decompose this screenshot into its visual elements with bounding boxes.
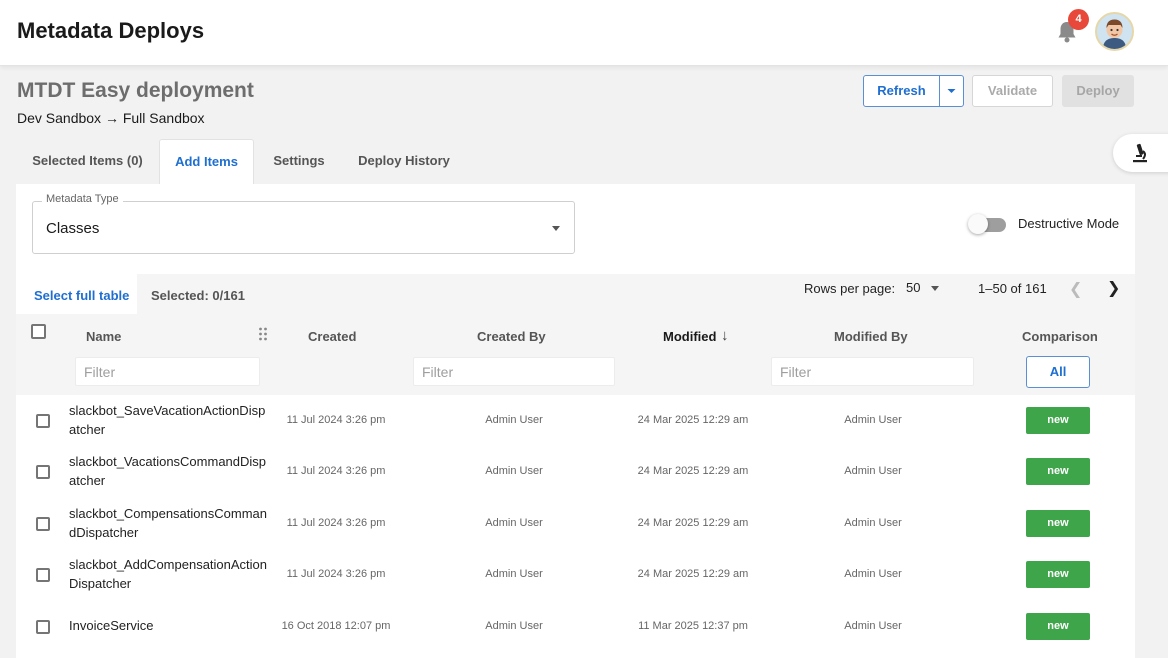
cell-name: slackbot_CompensationsCommandDispatcher (69, 506, 267, 540)
cell-modified-by: Admin User (844, 517, 902, 529)
arrow-down-icon[interactable]: ↓ (721, 327, 729, 344)
status-badge: new (1026, 561, 1090, 588)
row-checkbox[interactable] (36, 465, 50, 479)
side-tool-tab[interactable] (1113, 134, 1168, 172)
status-badge: new (1026, 407, 1090, 434)
pagination-range: 1–50 of 161 (978, 281, 1047, 296)
tab-selected-items[interactable]: Selected Items (0) (16, 139, 159, 185)
rows-per-page-label: Rows per page: (804, 281, 896, 296)
avatar[interactable] (1095, 12, 1134, 51)
cell-created: 16 Oct 2018 12:07 pm (281, 620, 391, 632)
top-bar: Metadata Deploys 4 (0, 0, 1168, 66)
refresh-menu-button[interactable] (939, 75, 964, 107)
cell-name: slackbot_VacationsCommandDispatcher (69, 454, 267, 488)
status-badge: new (1026, 510, 1090, 537)
chevron-down-icon (931, 286, 939, 291)
cell-created: 11 Jul 2024 3:26 pm (286, 465, 386, 477)
cell-created: 11 Jul 2024 3:26 pm (286, 517, 386, 529)
page-title: MTDT Easy deployment (17, 79, 254, 102)
row-checkbox[interactable] (36, 620, 50, 634)
destructive-mode-label: Destructive Mode (1018, 216, 1120, 231)
cell-modified-by: Admin User (844, 568, 902, 580)
metadata-type-label: Metadata Type (42, 193, 123, 205)
chevron-down-icon (947, 89, 956, 93)
cell-modified: 24 Mar 2025 12:29 am (637, 414, 749, 426)
notification-badge: 4 (1068, 9, 1089, 30)
cell-name: InvoiceService (69, 618, 154, 633)
column-header-comparison: Comparison (1022, 329, 1098, 344)
cell-name: slackbot_AddCompensationActionDispatcher (69, 557, 268, 591)
app-title: Metadata Deploys (17, 18, 205, 43)
page-subtitle: Dev Sandbox → Full Sandbox (17, 110, 205, 126)
created-by-filter-input[interactable] (413, 357, 615, 386)
toggle-knob[interactable] (968, 214, 988, 234)
cell-modified-by: Admin User (844, 620, 902, 632)
metadata-type-value: Classes (46, 220, 100, 237)
modified-by-filter-input[interactable] (771, 357, 974, 386)
chevron-left-icon[interactable]: ❮ (1069, 279, 1082, 299)
status-badge: new (1026, 458, 1090, 485)
cell-modified: 24 Mar 2025 12:29 am (637, 517, 749, 529)
cell-modified-by: Admin User (844, 414, 902, 426)
select-full-table-button[interactable]: Select full table (34, 288, 129, 303)
column-header-modified[interactable]: Modified (663, 329, 716, 344)
drag-handle-icon[interactable] (258, 327, 268, 341)
column-header-created[interactable]: Created (308, 329, 356, 344)
cell-modified: 11 Mar 2025 12:37 pm (638, 620, 748, 632)
cell-created-by: Admin User (485, 465, 543, 477)
row-checkbox[interactable] (36, 414, 50, 428)
cell-created-by: Admin User (485, 620, 543, 632)
cell-created: 11 Jul 2024 3:26 pm (286, 568, 386, 580)
microscope-icon (1133, 143, 1147, 163)
status-badge: new (1026, 613, 1090, 640)
comparison-all-button[interactable]: All (1026, 356, 1090, 388)
cell-created-by: Admin User (485, 517, 543, 529)
cell-created-by: Admin User (485, 414, 543, 426)
tab-deploy-history[interactable]: Deploy History (346, 139, 462, 185)
selected-count: Selected: 0/161 (151, 288, 245, 303)
cell-modified: 24 Mar 2025 12:29 am (637, 465, 749, 477)
cell-name: slackbot_SaveVacationActionDispatcher (69, 403, 266, 437)
column-header-modified-by[interactable]: Modified By (834, 329, 908, 344)
chevron-right-icon[interactable]: ❯ (1107, 278, 1120, 298)
metadata-type-select[interactable] (32, 201, 575, 254)
validate-button[interactable]: Validate (972, 75, 1053, 107)
column-header-name[interactable]: Name (86, 329, 121, 344)
column-header-created-by[interactable]: Created By (477, 329, 546, 344)
cell-created: 11 Jul 2024 3:26 pm (286, 414, 386, 426)
tab-add-items[interactable]: Add Items (159, 139, 254, 185)
rows-per-page-select[interactable]: 50 (906, 280, 920, 295)
cell-modified-by: Admin User (844, 465, 902, 477)
deploy-button[interactable]: Deploy (1062, 75, 1134, 107)
refresh-button[interactable]: Refresh (863, 75, 940, 107)
row-checkbox[interactable] (36, 517, 50, 531)
cell-created-by: Admin User (485, 568, 543, 580)
row-checkbox[interactable] (36, 568, 50, 582)
select-all-checkbox[interactable] (31, 324, 46, 339)
name-filter-input[interactable] (75, 357, 260, 386)
chevron-down-icon (552, 226, 560, 231)
cell-modified: 24 Mar 2025 12:29 am (637, 568, 749, 580)
tab-settings[interactable]: Settings (258, 139, 340, 185)
